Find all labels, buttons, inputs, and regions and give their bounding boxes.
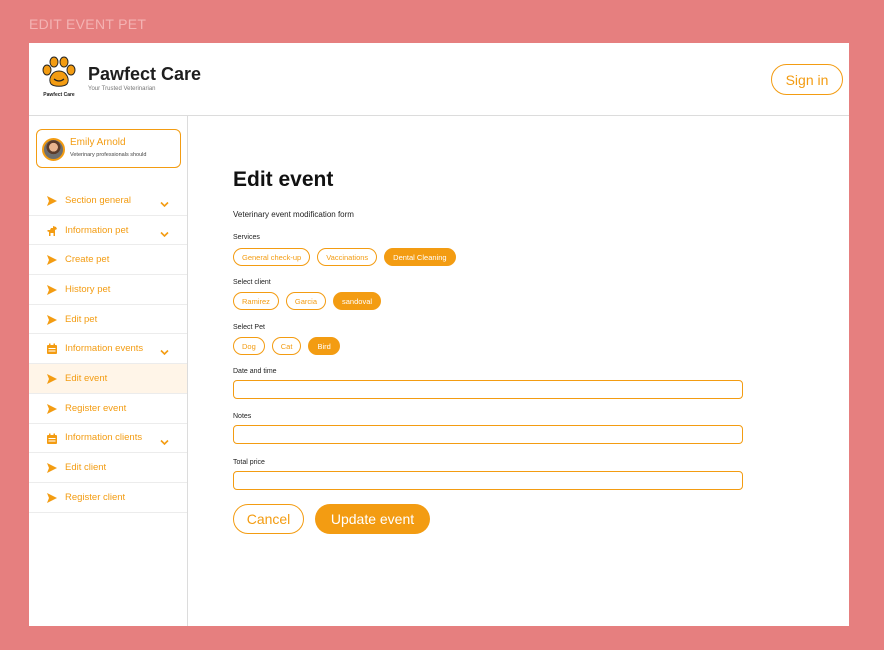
sidebar-item-edit-event[interactable]: Edit event	[29, 364, 187, 394]
avatar	[42, 138, 65, 161]
dog-icon	[46, 224, 58, 236]
client-chips: Ramirez Garcia sandoval	[233, 292, 382, 310]
sidebar-item-label: Section general	[65, 194, 132, 206]
sidebar-item-label: Edit event	[65, 372, 108, 384]
sidebar-item-register-event[interactable]: Register event	[29, 394, 187, 424]
sidebar-item-information-pet[interactable]: Information pet	[29, 216, 187, 246]
app-window: Pawfect Care Pawfect Care Your Trusted V…	[29, 43, 849, 626]
sidebar-item-edit-client[interactable]: Edit client	[29, 453, 187, 483]
send-arrow-icon	[46, 194, 58, 206]
sidebar-item-label: Register event	[65, 402, 127, 414]
notes-label: Notes	[233, 413, 252, 420]
sidebar-item-create-pet[interactable]: Create pet	[29, 245, 187, 276]
services-label: Services	[233, 234, 260, 241]
service-chip-dental-cleaning[interactable]: Dental Cleaning	[384, 248, 456, 266]
date-time-label: Date and time	[233, 368, 277, 375]
client-chip-sandoval[interactable]: sandoval	[333, 292, 382, 310]
sign-in-button[interactable]: Sign in	[771, 64, 843, 95]
chevron-down-icon[interactable]	[160, 434, 169, 445]
pet-label: Select Pet	[233, 324, 265, 331]
send-arrow-icon	[46, 253, 58, 266]
logo-caption: Pawfect Care	[43, 92, 75, 98]
sidebar-item-register-client[interactable]: Register client	[29, 483, 187, 513]
sidebar-item-label: History pet	[65, 283, 111, 295]
services-chips: General check-up Vaccinations Dental Cle…	[233, 248, 456, 266]
sidebar-item-information-events[interactable]: Information events	[29, 334, 187, 365]
chevron-down-icon[interactable]	[160, 344, 169, 356]
sidebar-item-label: Edit client	[65, 462, 107, 474]
pet-chips: Dog Cat Bird	[233, 337, 340, 355]
total-price-input[interactable]	[233, 471, 743, 490]
cancel-button[interactable]: Cancel	[233, 504, 304, 534]
service-chip-general-check-up[interactable]: General check-up	[233, 248, 311, 266]
pet-chip-cat[interactable]: Cat	[271, 337, 302, 355]
send-arrow-icon	[46, 402, 58, 414]
send-arrow-icon	[46, 372, 58, 385]
chevron-down-icon[interactable]	[160, 196, 169, 208]
profile-subtitle: Veterinary professionals should	[70, 152, 147, 158]
sidebar-item-label: Edit pet	[65, 313, 98, 325]
client-label: Select client	[233, 279, 271, 286]
pet-chip-dog[interactable]: Dog	[233, 337, 265, 355]
profile-card[interactable]: Emily Arnold Veterinary professionals sh…	[36, 129, 181, 168]
page-subtitle: Veterinary event modification form	[233, 210, 354, 219]
paw-logo-icon: Pawfect Care	[39, 56, 79, 100]
sidebar-item-label: Information pet	[65, 224, 129, 236]
date-time-input[interactable]	[233, 380, 743, 399]
calendar-icon	[46, 342, 58, 355]
notes-input[interactable]	[233, 425, 743, 444]
frame-title: EDIT EVENT PET	[29, 16, 147, 32]
profile-name: Emily Arnold	[70, 137, 126, 148]
sidebar: Emily Arnold Veterinary professionals sh…	[29, 116, 188, 626]
chevron-down-icon[interactable]	[160, 226, 169, 237]
sidebar-item-label: Create pet	[65, 254, 110, 266]
sidebar-item-section-general[interactable]: Section general	[29, 186, 187, 216]
page-title: Edit event	[233, 168, 334, 191]
client-chip-garcia[interactable]: Garcia	[285, 292, 327, 310]
main-content: Edit event Veterinary event modification…	[188, 116, 849, 626]
send-arrow-icon	[46, 461, 58, 474]
brand-tagline: Your Trusted Veterinarian	[88, 86, 156, 92]
send-arrow-icon	[46, 491, 58, 503]
sidebar-nav: Section general Information pet Create p	[29, 186, 187, 513]
update-event-button[interactable]: Update event	[315, 504, 430, 534]
brand-name: Pawfect Care	[88, 64, 202, 84]
client-chip-ramirez[interactable]: Ramirez	[233, 292, 279, 310]
send-arrow-icon	[46, 313, 58, 325]
header: Pawfect Care Pawfect Care Your Trusted V…	[29, 43, 849, 116]
service-chip-vaccinations[interactable]: Vaccinations	[317, 248, 378, 266]
sidebar-item-information-clients[interactable]: Information clients	[29, 424, 187, 454]
calendar-icon	[46, 432, 58, 444]
sidebar-item-edit-pet[interactable]: Edit pet	[29, 305, 187, 335]
sidebar-item-history-pet[interactable]: History pet	[29, 275, 187, 305]
sidebar-item-label: Information clients	[65, 432, 143, 444]
send-arrow-icon	[46, 283, 58, 296]
sidebar-item-label: Register client	[65, 491, 126, 503]
pet-chip-bird[interactable]: Bird	[308, 337, 340, 355]
total-price-label: Total price	[233, 459, 265, 466]
sidebar-item-label: Information events	[65, 343, 144, 355]
